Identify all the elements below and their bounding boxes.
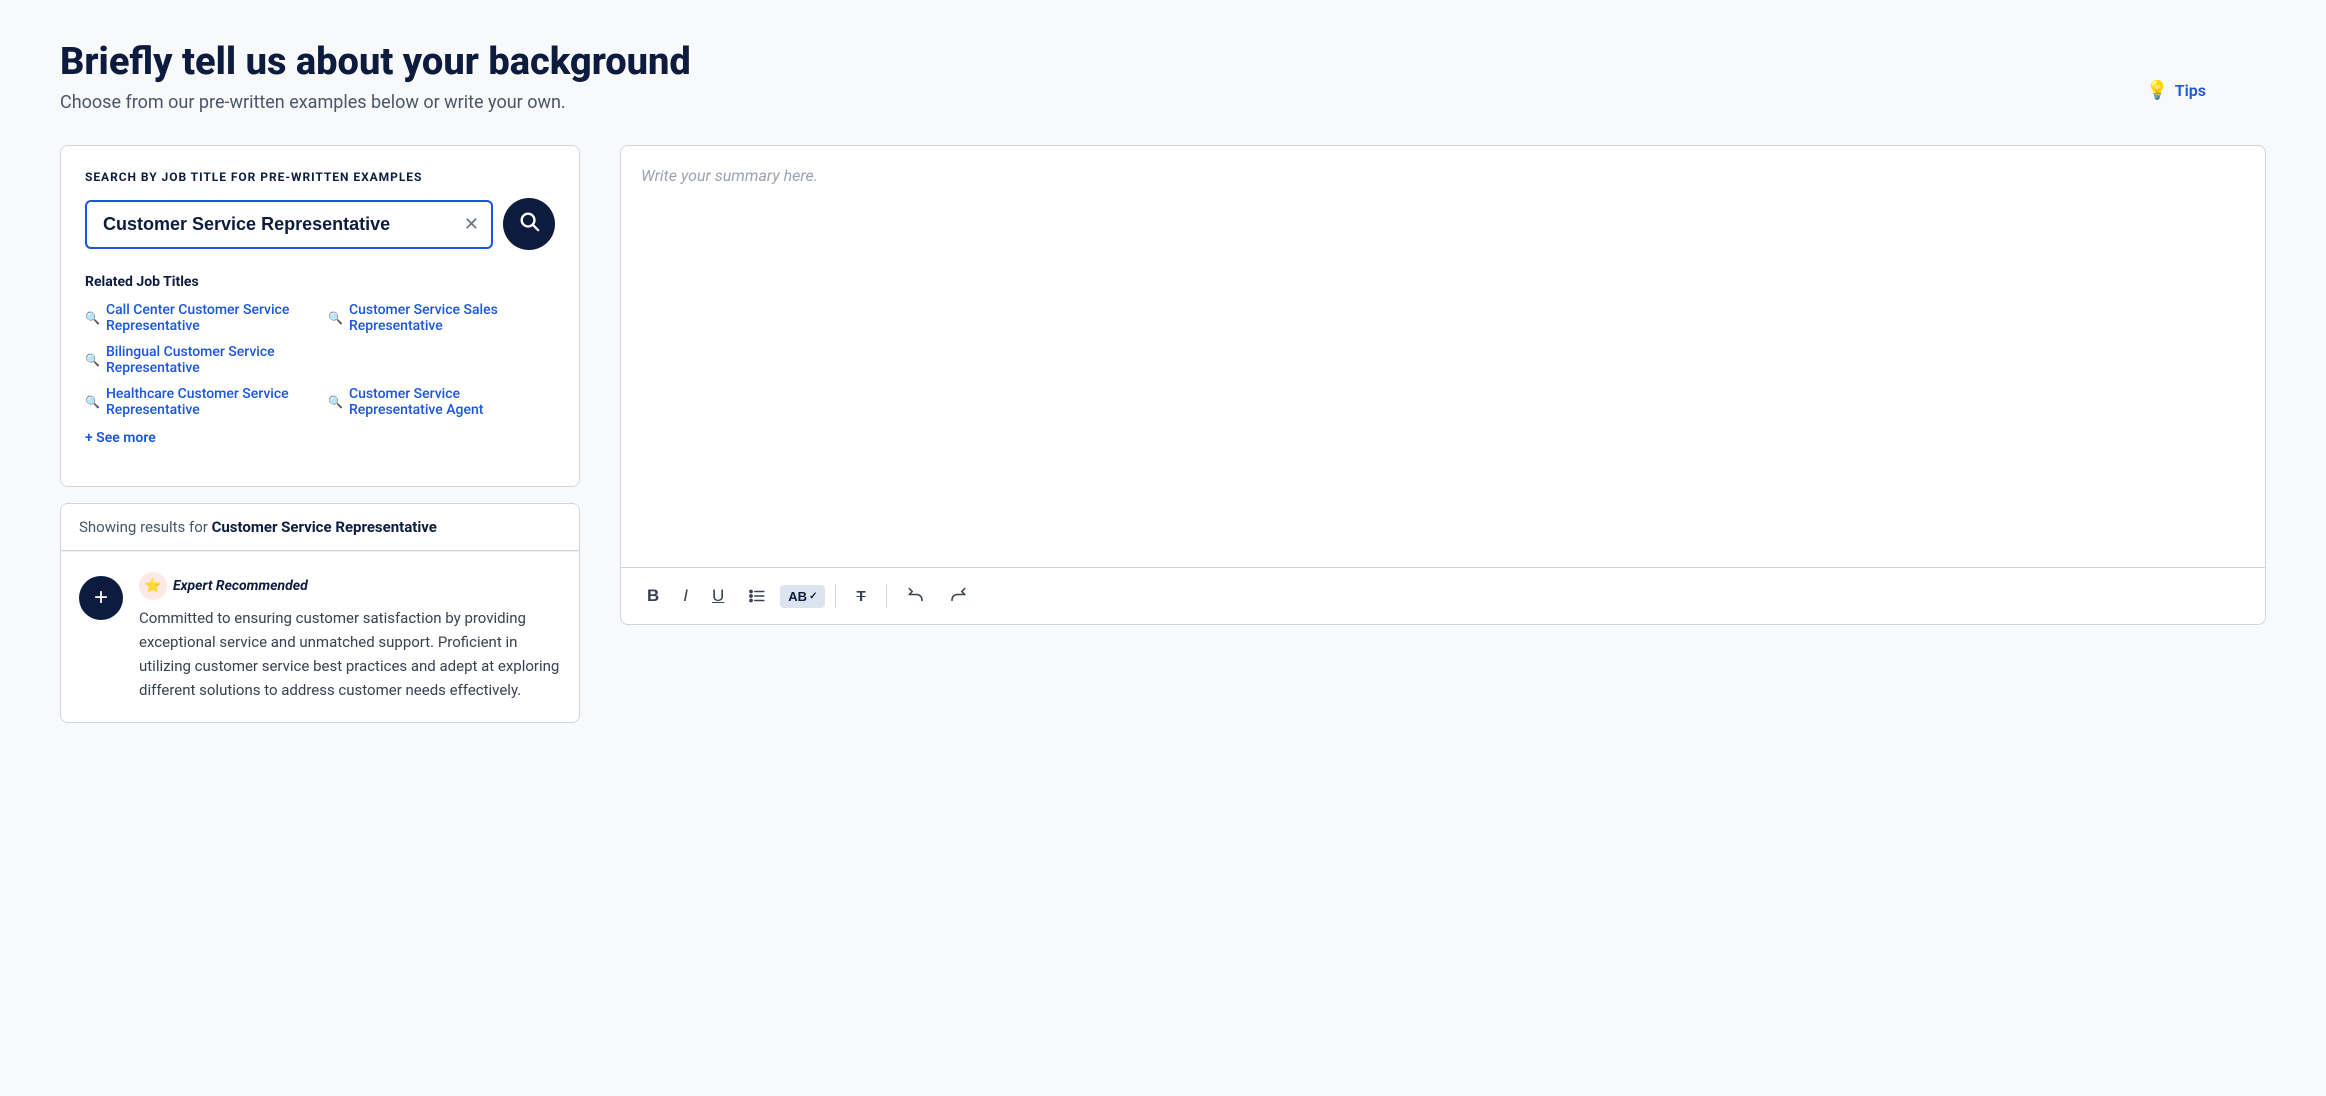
results-term: Customer Service Representative [212, 518, 437, 536]
expert-label: Expert Recommended [173, 578, 308, 594]
toolbar-divider-1 [835, 584, 836, 608]
related-link-label: Customer Service Representative Agent [349, 386, 555, 418]
related-titles-heading: Related Job Titles [85, 274, 555, 290]
related-link-bilingual[interactable]: 🔍 Bilingual Customer Service Representat… [85, 344, 312, 376]
search-section-label: SEARCH BY JOB TITLE FOR PRE-WRITTEN EXAM… [85, 170, 555, 184]
strikethrough-icon: T [856, 588, 865, 605]
expert-star-icon: ⭐ [139, 572, 167, 600]
results-prefix: Showing results for [79, 518, 212, 536]
undo-button[interactable] [897, 581, 935, 611]
toolbar-divider-2 [886, 584, 887, 608]
related-section: Related Job Titles 🔍 Call Center Custome… [85, 274, 555, 446]
editor-placeholder: Write your summary here. [641, 166, 818, 185]
ab-label: AB [788, 589, 807, 604]
search-small-icon: 🔍 [85, 311, 100, 325]
search-row: ✕ [85, 198, 555, 250]
search-input[interactable] [87, 202, 452, 247]
related-link-label: Healthcare Customer Service Representati… [106, 386, 312, 418]
list-button[interactable] [738, 581, 776, 611]
add-result-button[interactable]: + [79, 576, 123, 620]
search-small-icon: 🔍 [328, 311, 343, 325]
related-link-label: Customer Service Sales Representative [349, 302, 555, 334]
search-small-icon: 🔍 [85, 353, 100, 367]
redo-button[interactable] [939, 581, 977, 611]
result-text: Committed to ensuring customer satisfact… [139, 606, 561, 702]
see-more-link[interactable]: + See more [85, 430, 156, 446]
result-item: + ⭐ Expert Recommended Committed to ensu… [61, 551, 579, 722]
main-content: SEARCH BY JOB TITLE FOR PRE-WRITTEN EXAM… [60, 145, 2266, 723]
related-link-call-center[interactable]: 🔍 Call Center Customer Service Represent… [85, 302, 312, 334]
related-link-label: Call Center Customer Service Representat… [106, 302, 312, 334]
related-link-sales[interactable]: 🔍 Customer Service Sales Representative [328, 302, 555, 334]
italic-button[interactable]: I [673, 580, 698, 612]
page-title: Briefly tell us about your background [60, 40, 2266, 84]
editor-area[interactable]: Write your summary here. [621, 146, 2265, 567]
page-subtitle: Choose from our pre-written examples bel… [60, 92, 2266, 113]
search-input-wrapper: ✕ [85, 200, 493, 249]
search-icon [518, 210, 540, 238]
plus-icon: + [94, 584, 108, 612]
editor-toolbar: B I U AB ✓ [621, 567, 2265, 624]
page-header: Briefly tell us about your background Ch… [60, 40, 2266, 113]
ab-button[interactable]: AB ✓ [780, 585, 825, 608]
search-small-icon: 🔍 [328, 395, 343, 409]
search-button[interactable] [503, 198, 555, 250]
related-link-healthcare-2[interactable]: 🔍 Healthcare Customer Service Representa… [85, 386, 312, 418]
related-links-grid-2: 🔍 Healthcare Customer Service Representa… [85, 386, 555, 418]
search-section: SEARCH BY JOB TITLE FOR PRE-WRITTEN EXAM… [60, 145, 580, 487]
search-small-icon: 🔍 [85, 395, 100, 409]
lightbulb-icon: 💡 [2146, 80, 2168, 101]
strikethrough-button[interactable]: T [846, 582, 875, 611]
tips-label: Tips [2175, 81, 2206, 100]
related-link-agent[interactable]: 🔍 Customer Service Representative Agent [328, 386, 555, 418]
left-panel: SEARCH BY JOB TITLE FOR PRE-WRITTEN EXAM… [60, 145, 580, 723]
results-container: Showing results for Customer Service Rep… [60, 503, 580, 723]
result-content: ⭐ Expert Recommended Committed to ensuri… [139, 572, 561, 702]
underline-button[interactable]: U [702, 580, 734, 612]
tips-link[interactable]: 💡 Tips [2146, 80, 2206, 101]
editor-panel: Write your summary here. B I U [620, 145, 2266, 625]
expert-badge: ⭐ Expert Recommended [139, 572, 561, 600]
clear-icon: ✕ [464, 214, 479, 235]
results-header: Showing results for Customer Service Rep… [61, 504, 579, 551]
related-links-grid: 🔍 Call Center Customer Service Represent… [85, 302, 555, 376]
related-link-label: Bilingual Customer Service Representativ… [106, 344, 312, 376]
bold-button[interactable]: B [637, 580, 669, 612]
clear-button[interactable]: ✕ [452, 206, 491, 243]
checkmark-icon: ✓ [809, 591, 817, 602]
